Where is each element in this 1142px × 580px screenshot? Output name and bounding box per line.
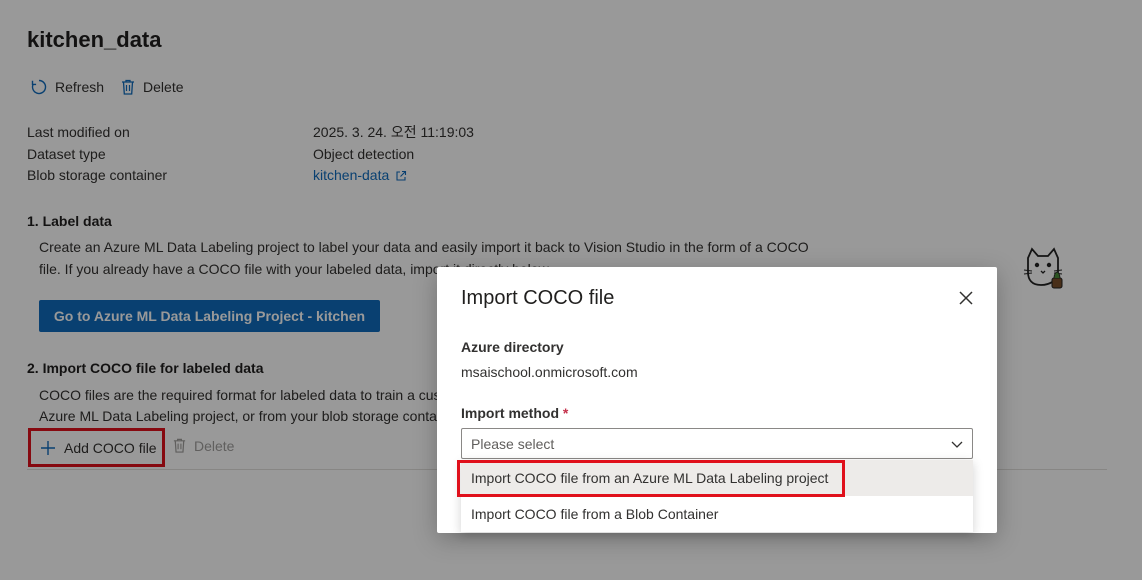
- azure-directory-value: msaischool.onmicrosoft.com: [461, 364, 638, 380]
- option-blob-container[interactable]: Import COCO file from a Blob Container: [461, 496, 973, 532]
- close-icon[interactable]: [957, 289, 975, 307]
- azure-directory-label: Azure directory: [461, 339, 564, 355]
- option-azure-ml-labeling[interactable]: Import COCO file from an Azure ML Data L…: [461, 460, 973, 496]
- import-method-label: Import method *: [461, 405, 568, 421]
- import-method-select[interactable]: Please select: [461, 428, 973, 459]
- import-method-text: Import method: [461, 405, 559, 421]
- import-coco-dialog: Import COCO file Azure directory msaisch…: [437, 267, 997, 533]
- select-placeholder: Please select: [471, 435, 555, 452]
- chevron-down-icon: [951, 441, 963, 448]
- dialog-title: Import COCO file: [461, 287, 615, 309]
- required-mark: *: [562, 405, 569, 421]
- import-method-options: Import COCO file from an Azure ML Data L…: [461, 460, 973, 532]
